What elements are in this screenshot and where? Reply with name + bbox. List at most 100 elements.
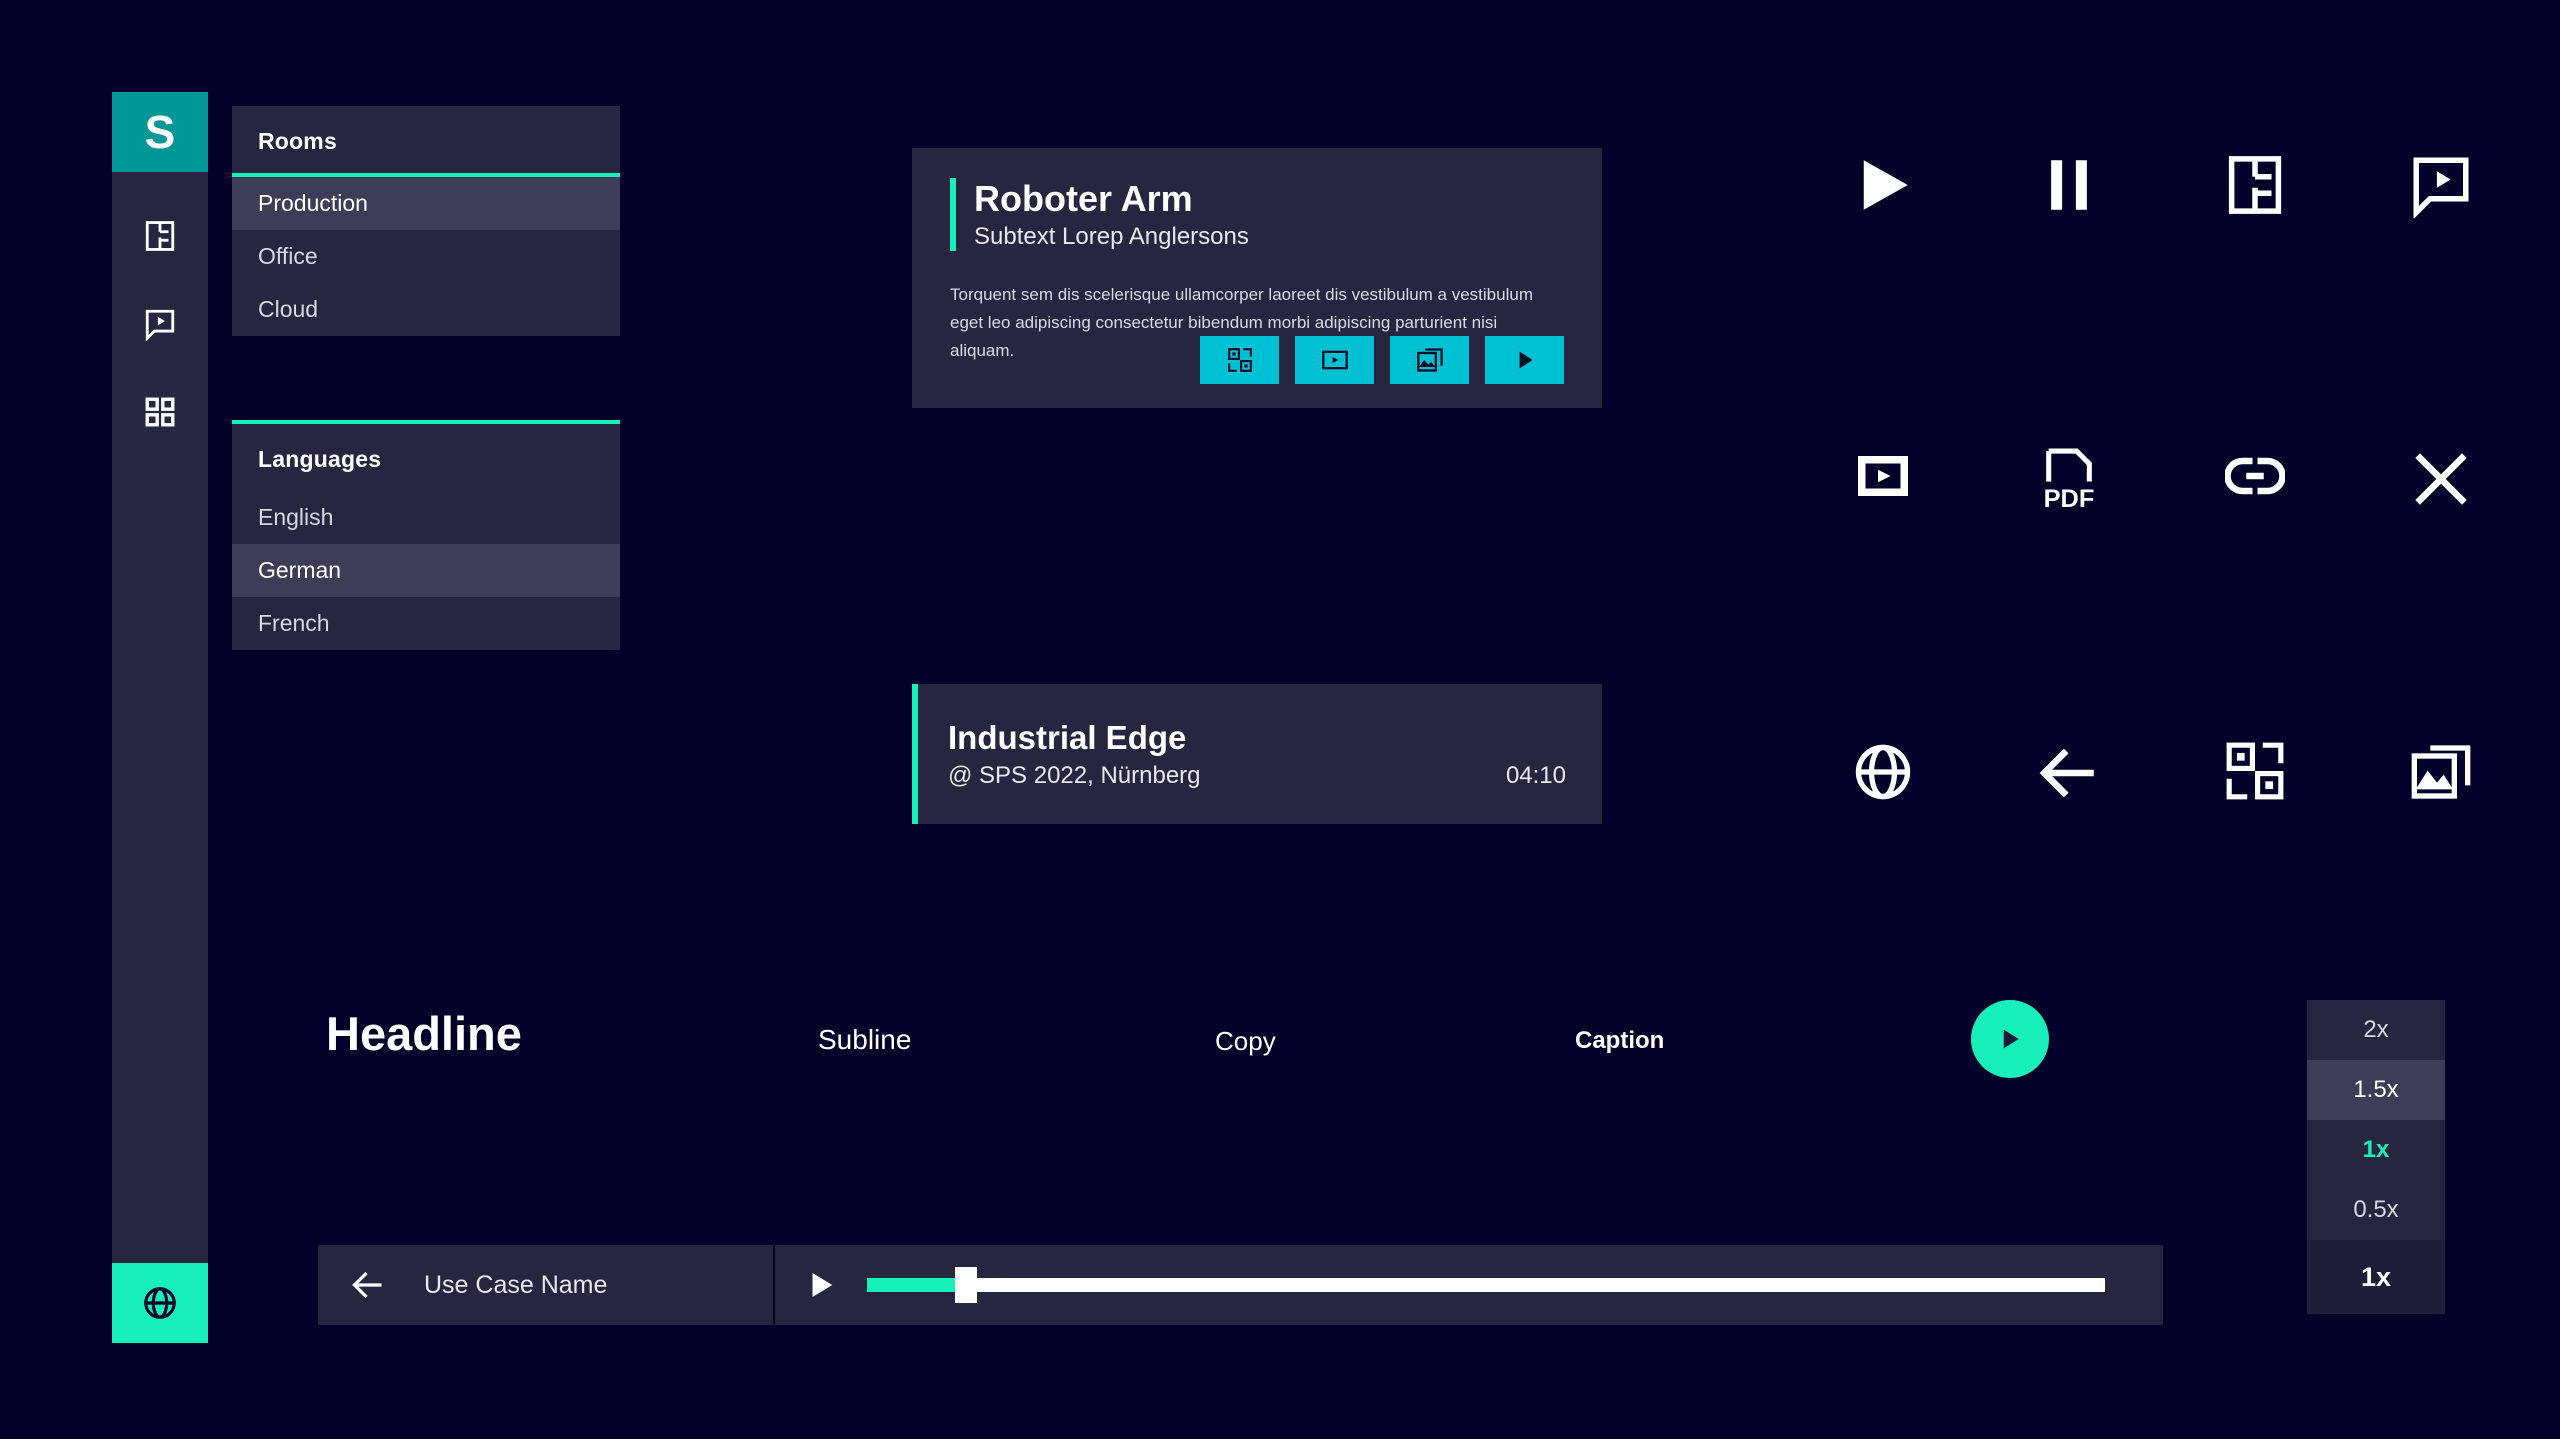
typography-row: Headline Subline Copy Caption: [0, 1007, 2560, 1078]
gallery-icon: [1416, 348, 1443, 372]
speed-option-label: 2x: [2363, 1016, 2389, 1043]
language-item-french[interactable]: French: [232, 597, 620, 650]
gallery-pdf-icon-cell[interactable]: PDF: [1976, 446, 2162, 740]
play-icon: [1519, 351, 1533, 369]
sidebar-nav: [140, 216, 180, 432]
room-label: Cloud: [258, 296, 319, 322]
floorplan-icon: [2228, 156, 2282, 214]
sidebar: S: [112, 92, 208, 1343]
player-progress-fill: [867, 1278, 967, 1292]
speed-option-2x[interactable]: 2x: [2307, 1000, 2445, 1060]
sidebar-item-language[interactable]: [112, 1263, 208, 1343]
video-filled-icon: [1858, 456, 1908, 496]
media-card-content: Industrial Edge @ SPS 2022, Nürnberg 04:…: [918, 718, 1602, 790]
language-item-german[interactable]: German: [232, 544, 620, 597]
media-card[interactable]: Industrial Edge @ SPS 2022, Nürnberg 04:…: [912, 684, 1602, 824]
speed-option-label: 1x: [2362, 1136, 2390, 1163]
language-label: English: [258, 504, 334, 530]
gallery-icon: [2411, 745, 2471, 799]
back-arrow-icon: [2039, 748, 2094, 798]
typography-headline: Headline: [326, 1007, 522, 1060]
typography-copy: Copy: [1215, 1026, 1276, 1056]
play-icon: [1863, 160, 1908, 210]
rooms-card: Rooms Production Office Cloud: [232, 106, 620, 336]
player-bar: Use Case Name: [318, 1245, 2163, 1325]
languages-card: Languages English German French: [232, 420, 620, 650]
qr-code-icon: [1227, 348, 1252, 372]
gallery-qr-code-icon-cell[interactable]: [2162, 740, 2348, 1034]
feature-card: Roboter Arm Subtext Lorep Anglersons Tor…: [912, 148, 1602, 408]
speed-current-button[interactable]: 1x: [2307, 1240, 2445, 1314]
icon-gallery: PDF: [1790, 152, 2534, 1034]
globe-icon: [144, 1287, 176, 1319]
gallery-button[interactable]: [1390, 336, 1469, 384]
sidebar-item-video-chat[interactable]: [140, 304, 180, 344]
speed-option-1x[interactable]: 1x: [2307, 1120, 2445, 1180]
media-card-meta: @ SPS 2022, Nürnberg 04:10: [948, 762, 1566, 790]
pause-icon: [2051, 160, 2087, 210]
link-icon: [2225, 457, 2285, 495]
feature-card-subtitle: Subtext Lorep Anglersons: [974, 223, 1249, 251]
feature-card-title: Roboter Arm: [974, 178, 1193, 219]
player-progress-handle[interactable]: [955, 1267, 978, 1303]
back-arrow-icon: [352, 1271, 382, 1299]
qr-code-button[interactable]: [1200, 336, 1279, 384]
speed-option-label: 1.5x: [2353, 1076, 2399, 1103]
app-root: S Rooms Production Office Cloud Language…: [0, 0, 2560, 1439]
language-label: German: [258, 557, 342, 583]
gallery-pause-icon-cell[interactable]: [1976, 152, 2162, 446]
globe-icon: [1855, 744, 1911, 800]
gallery-link-icon-cell[interactable]: [2162, 446, 2348, 740]
gallery-video-bubble-icon-cell[interactable]: [2348, 152, 2534, 446]
speed-option-1-5x[interactable]: 1.5x: [2307, 1060, 2445, 1120]
speed-option-0-5x[interactable]: 0.5x: [2307, 1180, 2445, 1240]
speed-menu: 2x 1.5x 1x 0.5x 1x: [2307, 1000, 2445, 1314]
play-circle-button[interactable]: [1971, 1000, 2049, 1078]
gallery-play-icon-cell[interactable]: [1790, 152, 1976, 446]
gallery-floorplan-icon-cell[interactable]: [2162, 152, 2348, 446]
gallery-gallery-icon-cell[interactable]: [2348, 740, 2534, 1034]
sidebar-item-floorplan[interactable]: [140, 216, 180, 256]
speed-current-label: 1x: [2360, 1261, 2392, 1292]
rooms-card-title: Rooms: [258, 128, 337, 154]
player-use-case-name: Use Case Name: [424, 1270, 608, 1299]
sidebar-item-office[interactable]: Office: [232, 230, 620, 283]
player-play-button[interactable]: [775, 1245, 867, 1325]
video-bubble-icon: [145, 309, 175, 341]
video-bubble-icon: [2413, 157, 2469, 218]
room-label: Office: [258, 243, 318, 269]
floorplan-icon: [145, 221, 175, 251]
speed-option-label: 0.5x: [2353, 1196, 2399, 1223]
app-logo[interactable]: S: [112, 92, 208, 172]
media-card-title: Industrial Edge: [948, 719, 1187, 757]
sidebar-item-overview[interactable]: [140, 392, 180, 432]
feature-card-actions: [1200, 336, 1564, 384]
typography-caption: Caption: [1575, 1027, 1665, 1054]
feature-card-header: Roboter Arm Subtext Lorep Anglersons: [950, 178, 1564, 252]
video-button[interactable]: [1295, 336, 1374, 384]
room-label: Production: [258, 190, 368, 216]
sidebar-item-production[interactable]: Production: [232, 177, 620, 230]
player-progress-bar[interactable]: [867, 1267, 2105, 1303]
media-card-duration: 04:10: [1505, 761, 1566, 789]
feature-card-accent-bar: [950, 178, 956, 252]
gallery-back-arrow-icon-cell[interactable]: [1976, 740, 2162, 1034]
player-progress-area: [867, 1245, 2163, 1325]
languages-card-title: Languages: [258, 446, 382, 472]
gallery-globe-icon-cell[interactable]: [1790, 740, 1976, 1034]
app-logo-letter: S: [144, 106, 176, 158]
language-label: French: [258, 610, 330, 636]
video-icon: [1321, 350, 1348, 370]
media-card-location: @ SPS 2022, Nürnberg: [948, 761, 1201, 789]
pdf-label: PDF: [2044, 485, 2095, 512]
language-item-english[interactable]: English: [232, 491, 620, 544]
gallery-video-filled-icon-cell[interactable]: [1790, 446, 1976, 740]
player-back-button[interactable]: [346, 1263, 390, 1307]
play-icon: [2003, 1029, 2019, 1049]
play-button[interactable]: [1485, 336, 1564, 384]
close-icon: [2415, 453, 2467, 505]
player-title-group: Use Case Name: [318, 1245, 773, 1325]
play-icon: [812, 1272, 833, 1298]
sidebar-item-cloud[interactable]: Cloud: [232, 283, 620, 336]
gallery-close-icon-cell[interactable]: [2348, 446, 2534, 740]
